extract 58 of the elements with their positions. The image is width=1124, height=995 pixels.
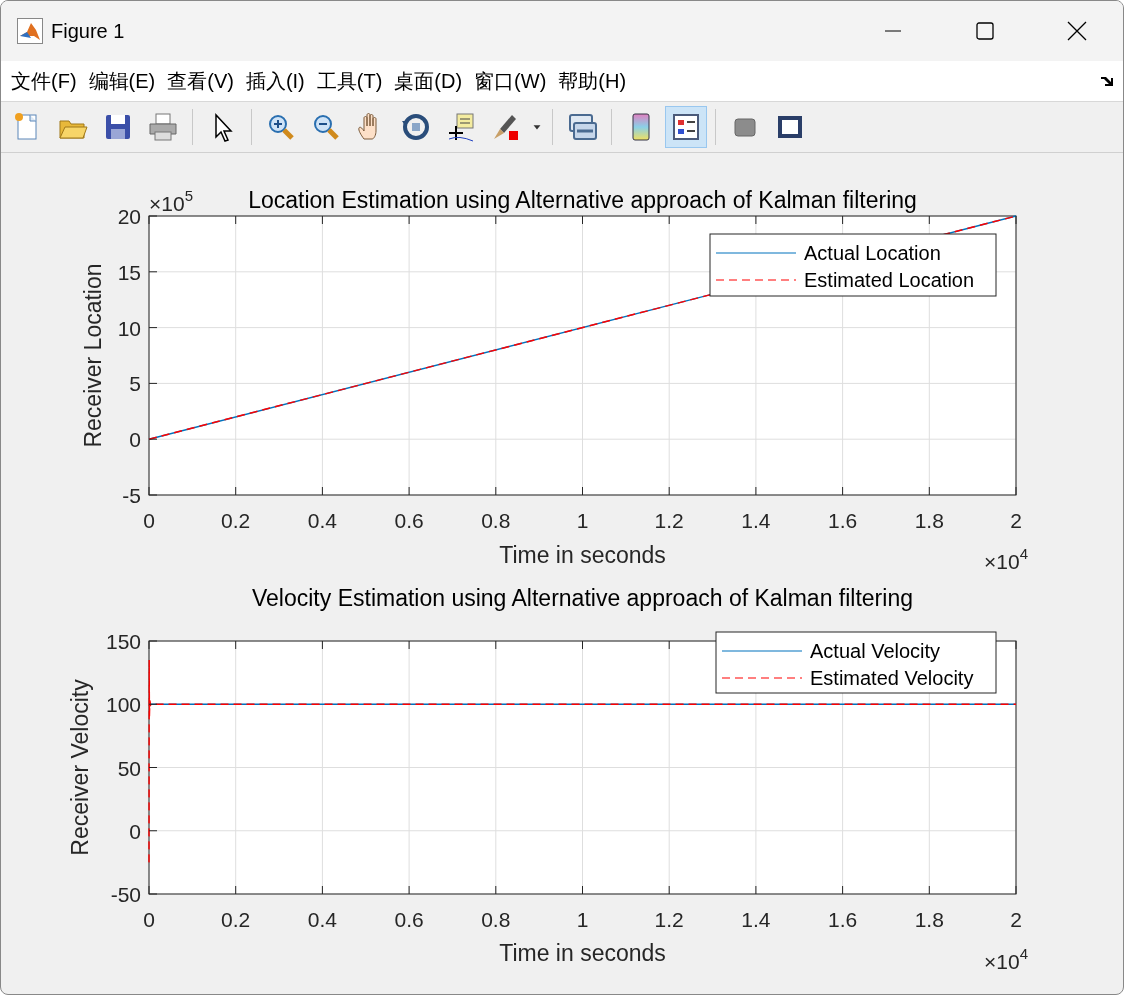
x-tick-label: 1.2 [654, 908, 684, 931]
legend-label: Actual Velocity [810, 640, 941, 662]
x-tick-label: 1.6 [828, 509, 858, 532]
menu-item[interactable]: 桌面(D) [388, 67, 469, 95]
x-tick-label: 0.6 [394, 908, 424, 931]
x-tick-label: 0.2 [221, 509, 251, 532]
x-tick-label: 2 [1010, 509, 1022, 532]
legend-label: Estimated Velocity [810, 667, 974, 689]
x-tick-label: 1.2 [654, 509, 684, 532]
x-axis-label: Time in seconds [499, 542, 666, 568]
x-tick-label: 0.2 [221, 908, 251, 931]
x-tick-label: 2 [1010, 908, 1022, 931]
menu-item[interactable]: 编辑(E) [82, 67, 162, 95]
y-tick-label: 100 [105, 693, 141, 717]
y-axis-label: Receiver Location [80, 263, 106, 448]
legend-label: Estimated Location [804, 269, 975, 291]
menu-item[interactable]: 工具(T) [310, 67, 389, 95]
window-title: Figure 1 [51, 19, 126, 43]
y-tick-label: 10 [117, 316, 141, 340]
maximize-icon[interactable] [975, 21, 995, 41]
x-axis-multiplier: ×10$^{4}$ [984, 945, 1028, 973]
x-tick-label: 0 [143, 509, 155, 532]
legend-label: Actual Location [804, 242, 941, 264]
y-axis-multiplier: ×10$^{5}$ [149, 187, 193, 215]
x-axis-label: Time in seconds [499, 940, 666, 966]
y-tick-label: 150 [105, 630, 141, 653]
x-tick-label: 1.4 [741, 509, 771, 532]
y-tick-label: 0 [129, 428, 141, 452]
x-tick-label: 1 [576, 908, 589, 931]
x-axis-multiplier: ×10$^{4}$ [984, 545, 1028, 573]
menu-item[interactable]: 窗口(W) [468, 67, 553, 95]
x-tick-label: 1.8 [914, 509, 944, 532]
menu-item[interactable]: 帮助(H) [552, 67, 633, 95]
menu-item[interactable]: 插入(I) [239, 67, 311, 95]
menu-item[interactable]: 查看(V) [161, 67, 240, 95]
y-tick-label: 50 [117, 756, 141, 780]
x-tick-label: 0.4 [307, 908, 337, 931]
x-tick-label: 0.8 [481, 908, 511, 931]
x-tick-label: 1.4 [741, 908, 771, 931]
x-tick-label: 0 [143, 908, 155, 931]
y-tick-label: 20 [117, 205, 141, 228]
app-logo-icon [17, 18, 43, 44]
x-tick-label: 0.6 [394, 509, 424, 532]
x-tick-label: 1.8 [914, 908, 944, 931]
x-tick-label: 1 [576, 509, 589, 532]
y-tick-label: -5 [122, 484, 141, 507]
y-tick-label: 5 [129, 372, 141, 396]
x-tick-label: 1.6 [828, 908, 858, 931]
x-tick-label: 0.4 [307, 509, 337, 532]
y-axis-label: Receiver Velocity [67, 679, 93, 856]
y-tick-label: -50 [110, 883, 141, 906]
y-tick-label: 0 [129, 819, 141, 843]
menu-item[interactable]: 文件(F) [5, 67, 83, 95]
y-tick-label: 15 [117, 260, 141, 284]
chart-title: Location Estimation using Alternative approach of Kalman filtering [248, 187, 917, 213]
close-icon[interactable] [1067, 21, 1087, 41]
x-tick-label: 0.8 [481, 509, 511, 532]
chart-title: Velocity Estimation using Alternative approach of Kalman filtering [252, 585, 913, 611]
